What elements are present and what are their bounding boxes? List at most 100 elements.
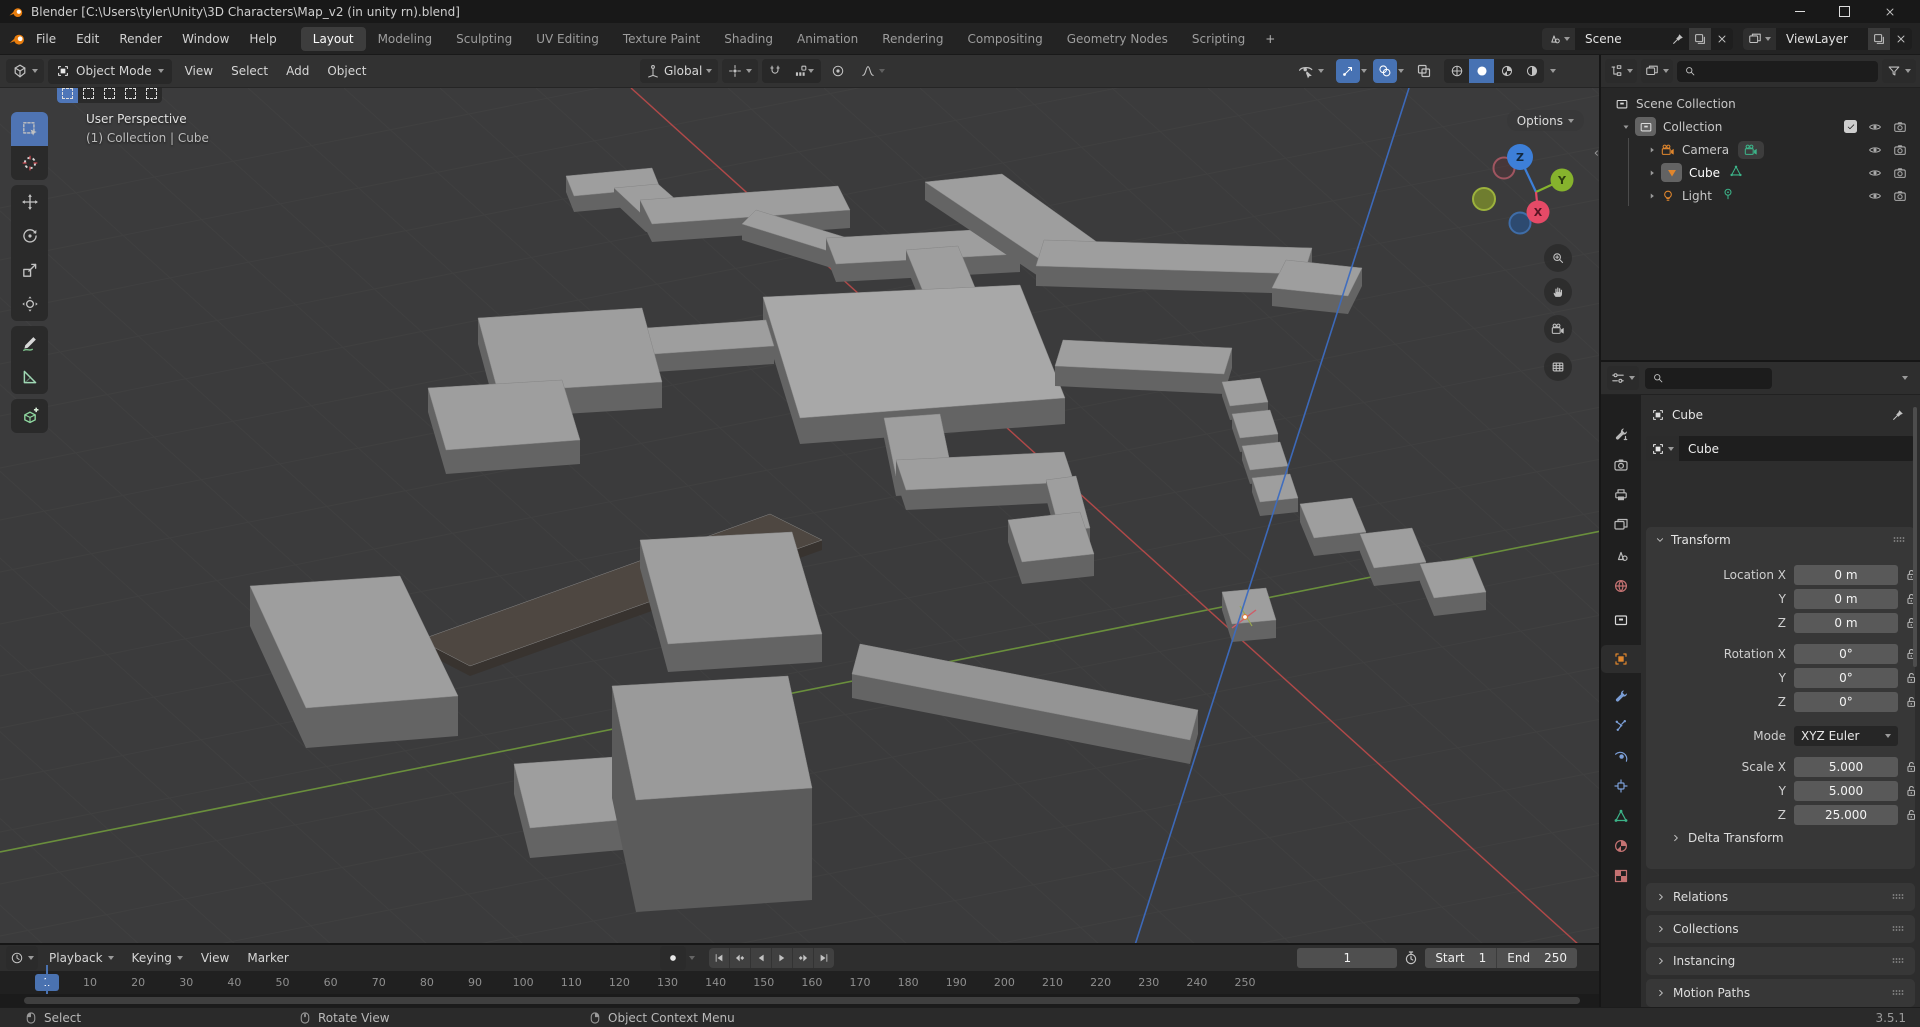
exclude-checkbox[interactable]: [1844, 120, 1857, 133]
disable-render-icon[interactable]: [1893, 166, 1907, 180]
tool-annotate[interactable]: [11, 326, 48, 360]
hide-eye-icon[interactable]: [1868, 120, 1882, 134]
panel-motion-paths[interactable]: Motion Paths: [1646, 979, 1915, 1007]
timeline-menu-marker[interactable]: Marker: [238, 947, 297, 969]
properties-tab-collection[interactable]: [1601, 606, 1641, 634]
xray-toggle[interactable]: [1410, 59, 1438, 83]
properties-search-input[interactable]: [1645, 368, 1772, 389]
drag-grip-icon[interactable]: [1890, 889, 1906, 905]
maximize-button[interactable]: [1822, 0, 1867, 23]
workspace-tab-scripting[interactable]: Scripting: [1180, 27, 1257, 51]
scene-name[interactable]: Scene: [1575, 32, 1667, 46]
view-layer-name[interactable]: ViewLayer: [1776, 32, 1868, 46]
outliner-row-camera[interactable]: Camera: [1601, 138, 1920, 161]
workspace-tab-animation[interactable]: Animation: [785, 27, 870, 51]
workspace-tab-shading[interactable]: Shading: [712, 27, 785, 51]
menu-file[interactable]: File: [26, 28, 66, 50]
shading-wireframe-button[interactable]: [1444, 59, 1469, 83]
properties-tab-render[interactable]: [1601, 451, 1641, 479]
view-layer-browse-button[interactable]: [1743, 28, 1776, 50]
jump-to-start-button[interactable]: [709, 948, 730, 968]
orientation-dropdown[interactable]: Global: [640, 59, 718, 83]
workspace-tab-geometry-nodes[interactable]: Geometry Nodes: [1055, 27, 1180, 51]
timeline-editor-type-button[interactable]: [6, 946, 38, 970]
tool-move[interactable]: [11, 185, 48, 219]
outliner-item-label[interactable]: Scene Collection: [1636, 97, 1736, 111]
properties-tab-physics[interactable]: [1601, 742, 1641, 770]
tool-scale[interactable]: [11, 253, 48, 287]
end-frame-field[interactable]: End250: [1496, 948, 1577, 968]
properties-tab-scene[interactable]: [1601, 542, 1641, 570]
minimize-button[interactable]: [1777, 0, 1822, 23]
ortho-toggle-button[interactable]: [1544, 353, 1572, 381]
select-mode-set[interactable]: [57, 88, 78, 103]
add-workspace-button[interactable]: +: [1257, 27, 1283, 51]
transform-value-field[interactable]: 0 m: [1794, 589, 1898, 609]
outliner-filter-button[interactable]: [1882, 59, 1916, 83]
panel-instancing[interactable]: Instancing: [1646, 947, 1915, 975]
pivot-dropdown[interactable]: [722, 59, 758, 83]
panel-relations[interactable]: Relations: [1646, 883, 1915, 911]
properties-tab-object[interactable]: [1601, 645, 1641, 673]
scrollbar-thumb[interactable]: [24, 997, 1580, 1004]
pan-button[interactable]: [1544, 278, 1572, 306]
expand-arrow-icon[interactable]: [1647, 191, 1657, 201]
disable-render-icon[interactable]: [1893, 143, 1907, 157]
properties-scrollbar[interactable]: [1913, 407, 1917, 667]
pin-icon[interactable]: [1891, 408, 1905, 422]
tool-rotate[interactable]: [11, 219, 48, 253]
outliner-row-scene-collection[interactable]: Scene Collection: [1601, 92, 1920, 115]
viewport-menu-object[interactable]: Object: [318, 60, 375, 82]
tool-add-cube[interactable]: [11, 399, 48, 433]
outliner-properties-divider[interactable]: [1601, 360, 1920, 362]
jump-to-end-button[interactable]: [814, 948, 834, 968]
properties-tab-particles[interactable]: [1601, 712, 1641, 740]
tool-cursor[interactable]: [11, 146, 48, 180]
shading-dropdown[interactable]: [1550, 69, 1556, 73]
workspace-tab-compositing[interactable]: Compositing: [955, 27, 1054, 51]
next-keyframe-button[interactable]: [793, 948, 814, 968]
snap-settings-dropdown[interactable]: [787, 59, 821, 83]
drag-grip-icon[interactable]: [1890, 985, 1906, 1001]
3d-viewport[interactable]: User Perspective (1) Collection | Cube O…: [0, 88, 1601, 945]
properties-tab-view-layer[interactable]: [1601, 511, 1641, 539]
current-frame-field[interactable]: 1: [1297, 948, 1397, 968]
viewport-menu-add[interactable]: Add: [277, 60, 318, 82]
expand-arrow-icon[interactable]: [1647, 168, 1657, 178]
delta-transform-panel[interactable]: Delta Transform: [1670, 831, 1784, 845]
falloff-dropdown[interactable]: [855, 59, 891, 83]
gizmos-dropdown[interactable]: [1361, 69, 1367, 73]
outliner-row-cube[interactable]: Cube: [1601, 161, 1920, 184]
workspace-tab-layout[interactable]: Layout: [301, 27, 366, 51]
lock-icon[interactable]: [1904, 784, 1918, 798]
workspace-tab-texture-paint[interactable]: Texture Paint: [611, 27, 712, 51]
vertical-divider[interactable]: [1599, 55, 1601, 1007]
shading-rendered-button[interactable]: [1519, 59, 1544, 83]
panel-collections[interactable]: Collections: [1646, 915, 1915, 943]
timeline-menu-view[interactable]: View: [192, 947, 238, 969]
hide-eye-icon[interactable]: [1868, 189, 1882, 203]
tool-transform[interactable]: [11, 287, 48, 321]
timeline-menu-keying[interactable]: Keying: [123, 947, 192, 969]
collapse-arrow-icon[interactable]: [1621, 122, 1631, 132]
transform-value-field[interactable]: 0 m: [1794, 565, 1898, 585]
view-layer-new-button[interactable]: [1868, 28, 1890, 50]
play-button[interactable]: [772, 948, 793, 968]
gizmos-toggle[interactable]: [1336, 59, 1360, 83]
properties-tab-constraints[interactable]: [1601, 772, 1641, 800]
overlays-dropdown[interactable]: [1398, 69, 1404, 73]
expand-arrow-icon[interactable]: [1647, 145, 1657, 155]
lock-icon[interactable]: [1904, 760, 1918, 774]
hide-eye-icon[interactable]: [1868, 166, 1882, 180]
properties-editor-type-button[interactable]: [1607, 366, 1639, 390]
close-button[interactable]: [1867, 0, 1912, 23]
properties-tab-modifiers[interactable]: [1601, 682, 1641, 710]
menu-render[interactable]: Render: [109, 28, 172, 50]
workspace-tab-modeling[interactable]: Modeling: [366, 27, 445, 51]
menu-window[interactable]: Window: [172, 28, 239, 50]
options-dropdown[interactable]: Options: [1507, 110, 1584, 131]
mode-dropdown[interactable]: Object Mode: [48, 59, 172, 84]
shading-material-button[interactable]: [1494, 59, 1519, 83]
workspace-tab-sculpting[interactable]: Sculpting: [444, 27, 524, 51]
object-id-browse[interactable]: [1646, 436, 1679, 461]
